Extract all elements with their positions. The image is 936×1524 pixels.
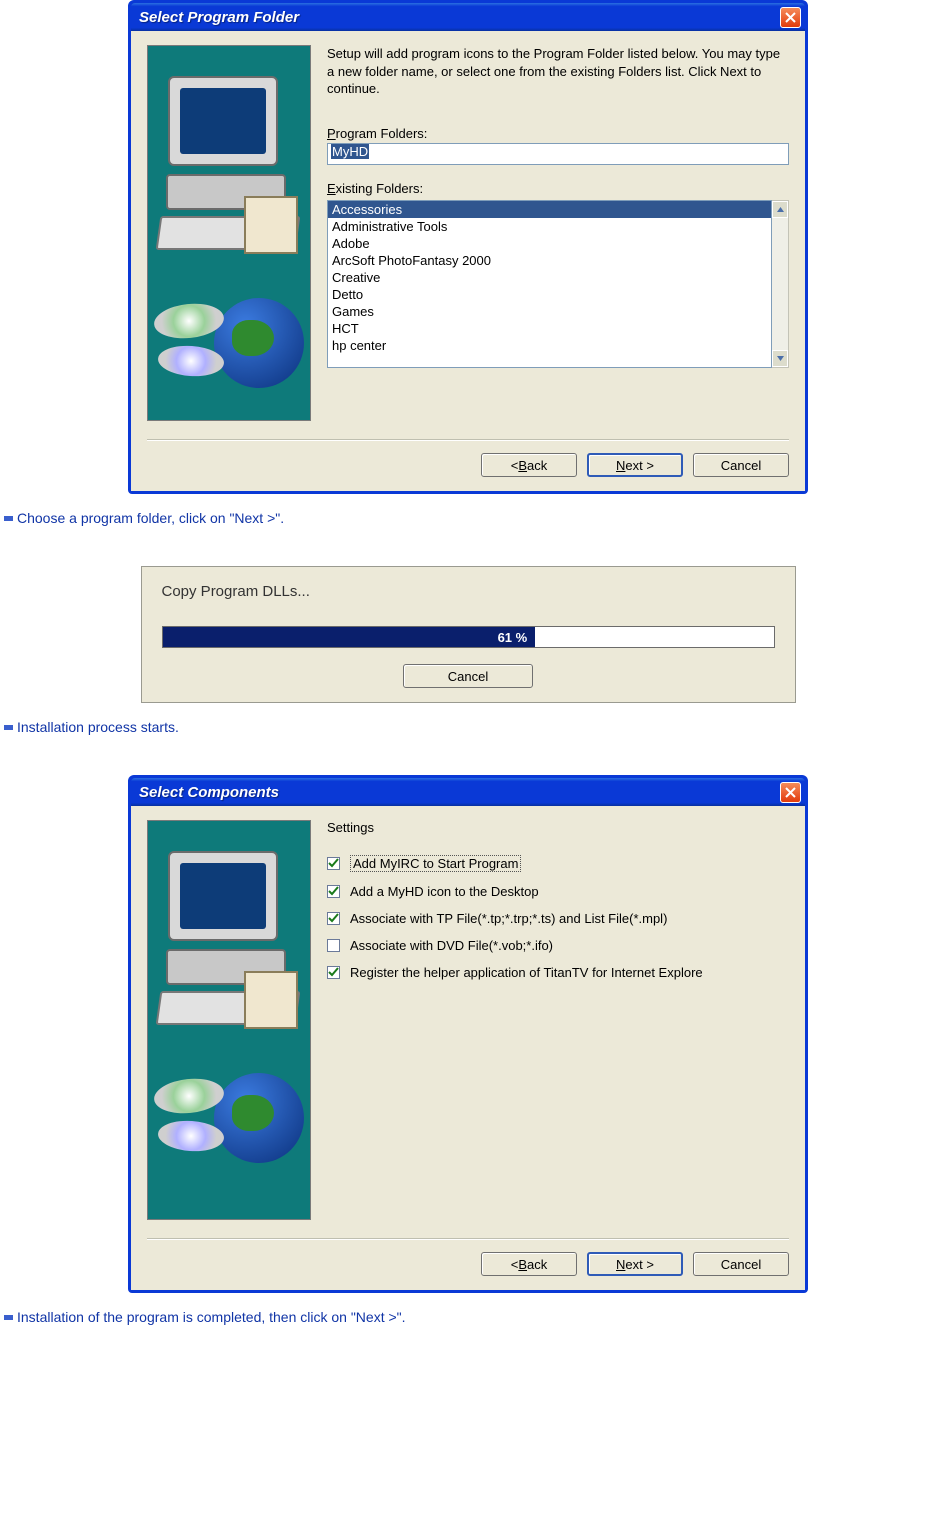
program-folders-label: Program Folders: (327, 126, 789, 141)
wizard-sidebar-art (147, 820, 311, 1220)
instruction-caption: Choose a program folder, click on "Next … (0, 506, 936, 530)
checkbox-label[interactable]: Associate with DVD File(*.vob;*.ifo) (350, 938, 553, 953)
checkbox-label[interactable]: Register the helper application of Titan… (350, 965, 703, 980)
back-button[interactable]: < Back (481, 1252, 577, 1276)
copy-dlls-progress-dialog: Copy Program DLLs... 61 % Cancel (141, 566, 796, 703)
list-item[interactable]: Administrative Tools (328, 218, 771, 235)
checkbox-row: Register the helper application of Titan… (327, 965, 789, 980)
checkbox-row: Add a MyHD icon to the Desktop (327, 884, 789, 899)
scroll-up-icon[interactable] (772, 201, 788, 218)
existing-folders-label: Existing Folders: (327, 181, 789, 196)
instruction-caption: Installation process starts. (0, 715, 936, 739)
scroll-down-icon[interactable] (772, 350, 788, 367)
progress-bar-fill: 61 % (163, 627, 536, 647)
list-item[interactable]: Games (328, 303, 771, 320)
list-item[interactable]: Creative (328, 269, 771, 286)
progress-percent-label: 61 % (498, 630, 528, 645)
caption-text: Installation process starts. (17, 719, 179, 735)
list-item[interactable]: Accessories (328, 201, 771, 218)
cancel-button[interactable]: Cancel (403, 664, 533, 688)
bullet-icon (4, 1313, 13, 1322)
program-folder-input[interactable]: MyHD (327, 143, 789, 165)
checkbox[interactable] (327, 912, 340, 925)
next-button[interactable]: Next > (587, 1252, 683, 1276)
dialog-title: Select Program Folder (139, 9, 780, 26)
checkbox-row: Associate with DVD File(*.vob;*.ifo) (327, 938, 789, 953)
progress-title: Copy Program DLLs... (162, 583, 775, 600)
checkbox-label[interactable]: Add a MyHD icon to the Desktop (350, 884, 539, 899)
cancel-button[interactable]: Cancel (693, 453, 789, 477)
bullet-icon (4, 514, 13, 523)
select-components-dialog: Select Components Settings Add MyIRC to … (128, 775, 808, 1293)
close-icon[interactable] (780, 7, 801, 28)
list-item[interactable]: hp center (328, 337, 771, 354)
instruction-caption: Installation of the program is completed… (0, 1305, 936, 1329)
close-icon[interactable] (780, 782, 801, 803)
titlebar: Select Components (131, 778, 805, 806)
checkbox[interactable] (327, 966, 340, 979)
caption-text: Choose a program folder, click on "Next … (17, 510, 284, 526)
checkbox-row: Add MyIRC to Start Program (327, 855, 789, 872)
wizard-sidebar-art (147, 45, 311, 421)
checkbox-label[interactable]: Associate with TP File(*.tp;*.trp;*.ts) … (350, 911, 667, 926)
settings-heading: Settings (327, 820, 789, 835)
titlebar: Select Program Folder (131, 3, 805, 31)
checkbox[interactable] (327, 857, 340, 870)
caption-text: Installation of the program is completed… (17, 1309, 406, 1325)
cancel-button[interactable]: Cancel (693, 1252, 789, 1276)
list-item[interactable]: HCT (328, 320, 771, 337)
progress-bar: 61 % (162, 626, 775, 648)
checkbox[interactable] (327, 885, 340, 898)
back-button[interactable]: < Back (481, 453, 577, 477)
next-button[interactable]: Next > (587, 453, 683, 477)
dialog-title: Select Components (139, 784, 780, 801)
listbox-scrollbar[interactable] (772, 200, 789, 368)
bullet-icon (4, 723, 13, 732)
existing-folders-listbox[interactable]: AccessoriesAdministrative ToolsAdobeArcS… (327, 200, 772, 368)
dialog-description: Setup will add program icons to the Prog… (327, 45, 789, 98)
select-program-folder-dialog: Select Program Folder Setup will add pro… (128, 0, 808, 494)
list-item[interactable]: ArcSoft PhotoFantasy 2000 (328, 252, 771, 269)
checkbox-row: Associate with TP File(*.tp;*.trp;*.ts) … (327, 911, 789, 926)
checkbox-label[interactable]: Add MyIRC to Start Program (350, 855, 521, 872)
checkbox[interactable] (327, 939, 340, 952)
list-item[interactable]: Adobe (328, 235, 771, 252)
list-item[interactable]: Detto (328, 286, 771, 303)
